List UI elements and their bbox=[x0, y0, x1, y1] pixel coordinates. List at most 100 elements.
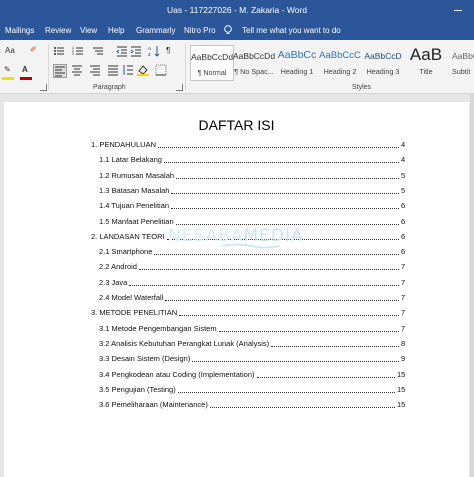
tab-help[interactable]: Help bbox=[108, 26, 124, 35]
toc-leader-dots bbox=[176, 223, 399, 225]
toc-page-number: 5 bbox=[401, 170, 406, 180]
style-title[interactable]: AaB Title bbox=[405, 45, 447, 79]
toc-entry-title: 1. PENDAHULUAN bbox=[91, 140, 157, 149]
vertical-scrollbar[interactable] bbox=[470, 94, 474, 477]
toc-entry[interactable]: 2.4 Model Waterfall 7 bbox=[99, 293, 405, 303]
toc-entry-title: 3. METODE PENELITIAN bbox=[91, 308, 178, 318]
paragraph-dialog-launcher[interactable] bbox=[176, 84, 183, 91]
toc-page-number: 15 bbox=[397, 369, 406, 379]
toc-entry[interactable]: 1. PENDAHULUAN 4 bbox=[91, 140, 405, 150]
toc-page-number: 6 bbox=[401, 247, 406, 257]
toc-entry-title: 1.3 Batasan Masalah bbox=[99, 185, 170, 195]
style-heading-3[interactable]: AaBbCcD Heading 3 bbox=[362, 45, 404, 79]
toc-entry[interactable]: 2.3 Java 7 bbox=[99, 278, 405, 288]
style-name: Heading 3 bbox=[366, 67, 400, 76]
style-sample: AaB bbox=[409, 45, 443, 64]
document-area: DAFTAR ISI 1. PENDAHULUAN 4 1.1 Latar Bela… bbox=[0, 94, 474, 477]
svg-text:Z: Z bbox=[148, 52, 151, 57]
font-color-icon[interactable]: A bbox=[22, 65, 28, 75]
multilevel-list-icon[interactable] bbox=[92, 45, 104, 57]
toc-entry[interactable]: 3.1 Metode Pengembangan Sistem 7 bbox=[99, 324, 405, 334]
toc-page-number: 7 bbox=[401, 323, 406, 333]
style-heading-1[interactable]: AaBbCc Heading 1 bbox=[276, 45, 318, 79]
style-heading-2[interactable]: AaBbCcC Heading 2 bbox=[319, 45, 361, 79]
borders-icon[interactable] bbox=[155, 64, 167, 76]
toc-leader-dots bbox=[210, 407, 395, 409]
toc-entry[interactable]: 3.3 Desain Sistem (Design) 9 bbox=[99, 354, 405, 364]
style-name: Title bbox=[419, 67, 433, 76]
toc-leader-dots bbox=[165, 300, 399, 301]
toc-entry-title: 1.2 Rumusan Masalah bbox=[99, 170, 175, 180]
toc-entry[interactable]: 2.2 Android 7 bbox=[99, 262, 405, 272]
numbering-icon[interactable]: 1 2 3 bbox=[72, 45, 84, 57]
toc-entry-title: 2.1 Smartphone bbox=[99, 247, 153, 257]
document-title: DAFTAR ISI bbox=[198, 117, 275, 133]
toc-entry-title: 1.5 Manfaat Penelitian bbox=[99, 216, 174, 226]
tab-grammarly[interactable]: Grammarly bbox=[136, 26, 176, 35]
style-normal[interactable]: AaBbCcDd ¶ Normal bbox=[190, 45, 234, 81]
toc-entry-title: 3.3 Desain Sistem (Design) bbox=[99, 354, 191, 364]
bullets-icon[interactable] bbox=[53, 45, 65, 57]
toc-leader-dots bbox=[179, 315, 399, 317]
toc-entry[interactable]: 1.1 Latar Belakang 4 bbox=[99, 155, 405, 165]
tab-nitro-pro[interactable]: Nitro Pro bbox=[184, 26, 216, 35]
clear-formatting-icon[interactable]: ✐ bbox=[30, 45, 37, 55]
font-color-bar bbox=[20, 77, 32, 80]
font-dialog-launcher[interactable] bbox=[40, 84, 47, 91]
toc-entry[interactable]: 3.2 Analisis Kebutuhan Perangkat Lunak (… bbox=[99, 339, 405, 349]
toc-leader-dots bbox=[219, 330, 399, 332]
style-sample: AaBbCcDd bbox=[233, 51, 275, 61]
toc-page-number: 5 bbox=[401, 185, 406, 195]
toc-entry[interactable]: 1.2 Rumusan Masalah 5 bbox=[99, 171, 405, 181]
toc-leader-dots bbox=[171, 192, 399, 194]
toc-page-number: 7 bbox=[401, 277, 406, 287]
toc-leader-dots bbox=[192, 361, 399, 363]
toc-entry[interactable]: 1.4 Tujuan Penelitian 6 bbox=[99, 201, 405, 211]
tell-me-search[interactable]: Tell me what you want to do bbox=[242, 26, 341, 35]
toc-entry[interactable]: 3.6 Pemeliharaan (Maintenance) 15 bbox=[99, 400, 405, 410]
style-subtitle[interactable]: AaBbC Subtit bbox=[448, 45, 474, 79]
line-spacing-icon[interactable] bbox=[122, 64, 134, 76]
toc-leader-dots bbox=[158, 147, 399, 148]
minimize-button[interactable] bbox=[451, 3, 465, 17]
style-sample: AaBbCcD bbox=[364, 51, 402, 61]
style-no-spacing[interactable]: AaBbCcDd ¶ No Spac... bbox=[233, 45, 275, 79]
align-left-icon[interactable] bbox=[53, 64, 67, 78]
style-sample: AaBbC bbox=[452, 51, 474, 61]
justify-icon[interactable] bbox=[107, 64, 119, 76]
sort-icon[interactable]: AZ bbox=[148, 45, 160, 57]
toc-page-number: 6 bbox=[401, 231, 406, 241]
window-title: Uas - 117227026 - M. Zakaria - Word bbox=[167, 5, 307, 15]
style-name: ¶ No Spac... bbox=[234, 67, 274, 76]
tab-mailings[interactable]: Mailings bbox=[5, 26, 34, 35]
toc-entry[interactable]: 1.3 Batasan Masalah 5 bbox=[99, 186, 405, 196]
show-marks-icon[interactable]: ¶ bbox=[166, 46, 170, 56]
toc-entry[interactable]: 3. METODE PENELITIAN 7 bbox=[91, 308, 405, 318]
toc-entry-title: 3.2 Analisis Kebutuhan Perangkat Lunak (… bbox=[99, 338, 270, 348]
document-page[interactable]: DAFTAR ISI 1. PENDAHULUAN 4 1.1 Latar Bela… bbox=[4, 102, 469, 477]
align-center-icon[interactable] bbox=[71, 64, 83, 76]
change-case-button[interactable]: Aa bbox=[5, 46, 15, 56]
tab-view[interactable]: View bbox=[80, 26, 97, 35]
toc-leader-dots bbox=[178, 391, 395, 393]
style-name: ¶ Normal bbox=[197, 68, 227, 77]
decrease-indent-icon[interactable] bbox=[116, 45, 128, 57]
toc-leader-dots bbox=[154, 254, 399, 256]
highlight-color-icon[interactable]: ✎ bbox=[4, 65, 11, 75]
svg-text:A: A bbox=[148, 46, 151, 51]
ribbon-tabs: Mailings Review View Help Grammarly Nitr… bbox=[0, 20, 474, 40]
align-right-icon[interactable] bbox=[89, 64, 101, 76]
styles-group-label: Styles bbox=[352, 84, 372, 91]
toc-entry[interactable]: 3.4 Pengkodean atau Coding (Implementati… bbox=[99, 370, 405, 380]
tab-review[interactable]: Review bbox=[45, 26, 71, 35]
toc-leader-dots bbox=[164, 162, 399, 164]
toc-entry-title: 3.5 Pengujian (Testing) bbox=[99, 384, 176, 394]
ribbon: Aa ✐ 1 2 3 AZ ¶ ✎ A Paragraph AaBbCcDd ¶… bbox=[0, 40, 474, 94]
toc-entry-title: 2. LANDASAN TEORI bbox=[91, 231, 165, 241]
toc-entry[interactable]: 3.5 Pengujian (Testing) 15 bbox=[99, 385, 405, 395]
toc-page-number: 6 bbox=[401, 201, 406, 211]
toc-entry[interactable]: 1.5 Manfaat Penelitian 6 bbox=[99, 217, 405, 227]
toc-entry-title: 1.1 Latar Belakang bbox=[99, 155, 162, 165]
shading-icon[interactable] bbox=[137, 64, 149, 76]
increase-indent-icon[interactable] bbox=[130, 45, 142, 57]
